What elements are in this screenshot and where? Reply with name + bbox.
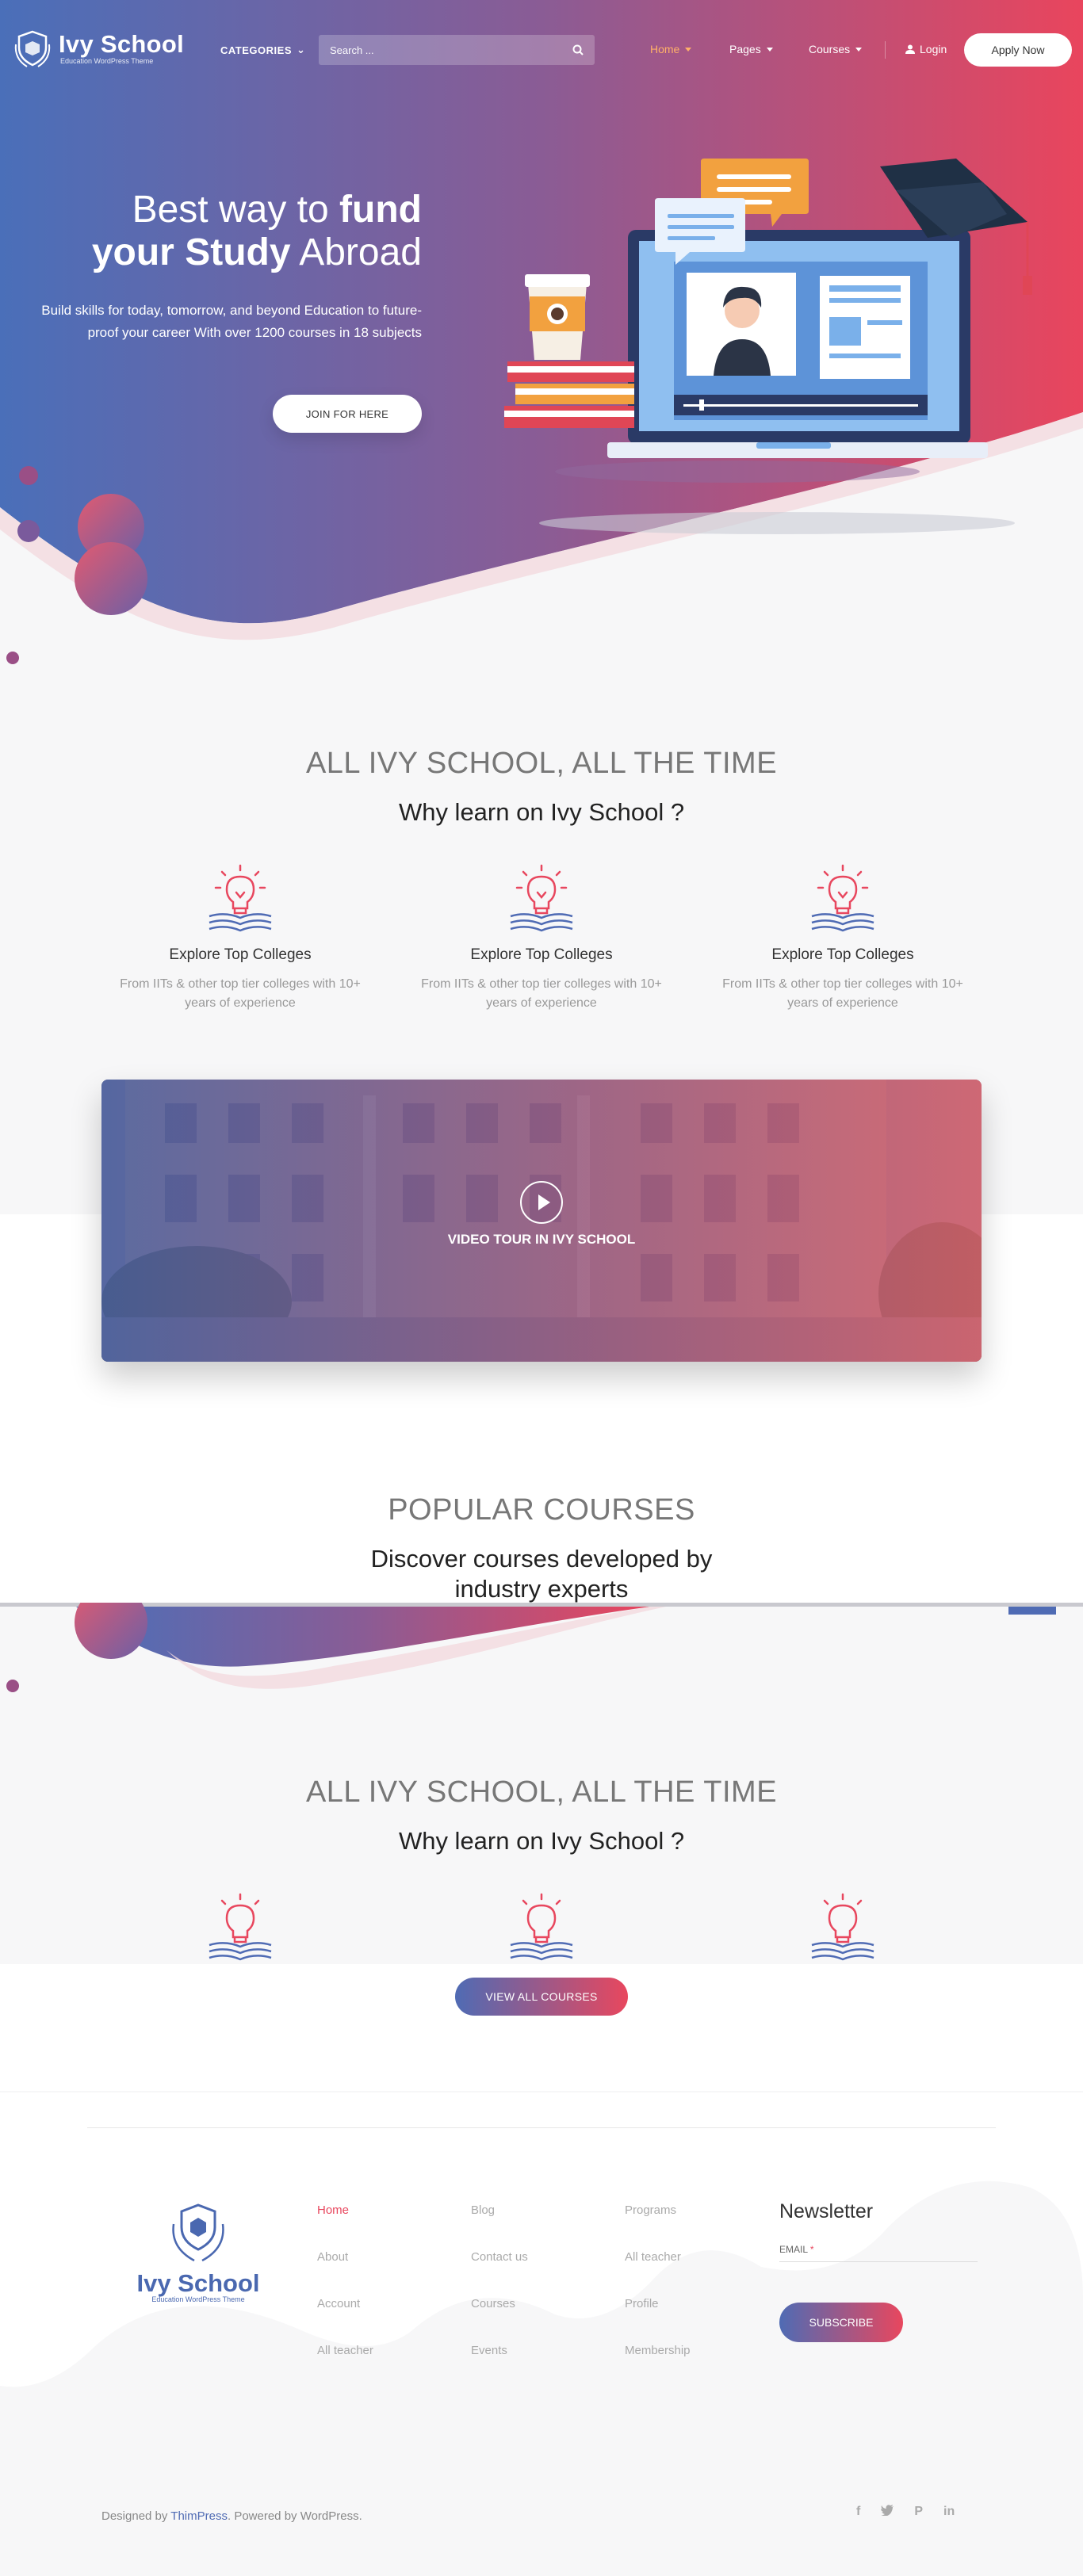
nav-divider <box>885 41 886 59</box>
footer-link-blog[interactable]: Blog <box>471 2203 614 2250</box>
login-label: Login <box>920 43 947 55</box>
caret-down-icon <box>685 47 692 52</box>
footer-link-membership[interactable]: Membership <box>625 2344 767 2391</box>
footer-link-profile[interactable]: Profile <box>625 2297 767 2344</box>
feature-card: Explore Top Colleges From IITs & other t… <box>708 861 978 1013</box>
lightbulb-book-icon <box>510 1893 573 1961</box>
categories-menu[interactable]: CATEGORIES ⌄ <box>220 44 305 56</box>
footer-logo[interactable]: Ivy School Education WordPress Theme <box>127 2200 270 2303</box>
lightbulb-book-icon <box>811 1893 874 1961</box>
footer-link-contact[interactable]: Contact us <box>471 2250 614 2297</box>
popular-title: Discover courses developed by industry e… <box>370 1545 713 1603</box>
shield-logo-icon <box>172 2203 224 2262</box>
email-label: EMAIL * <box>779 2244 978 2255</box>
footer-column-3: Programs All teacher Profile Membership <box>625 2203 767 2391</box>
why2-subtitle: ALL IVY SCHOOL, ALL THE TIME <box>305 1775 778 1809</box>
join-button[interactable]: JOIN FOR HERE <box>273 395 422 433</box>
footer-link-events[interactable]: Events <box>471 2344 614 2391</box>
hero-title: Best way to fund your Study Abroad <box>32 189 422 274</box>
login-link[interactable]: Login <box>905 43 947 55</box>
why-title: Why learn on Ivy School ? <box>398 798 685 826</box>
nav-item-pages[interactable]: Pages <box>729 43 773 55</box>
nav-label-courses: Courses <box>809 43 851 55</box>
social-links: f P in <box>856 2505 955 2519</box>
feature-text: From IITs & other top tier colleges with… <box>120 977 361 1010</box>
popular-subtitle: POPULAR COURSES <box>388 1493 695 1527</box>
why-subtitle: ALL IVY SCHOOL, ALL THE TIME <box>305 747 778 780</box>
footer-link-programs[interactable]: Programs <box>625 2203 767 2250</box>
newsletter-block: Newsletter EMAIL * <box>779 2200 978 2262</box>
wave-divider <box>0 1603 1083 1692</box>
logo-name: Ivy School <box>59 30 185 58</box>
video-tour-card[interactable]: VIDEO TOUR IN IVY SCHOOL <box>101 1080 982 1362</box>
footer-column-2: Blog Contact us Courses Events <box>471 2203 614 2391</box>
footer-link-all-teacher-2[interactable]: All teacher <box>625 2250 767 2297</box>
nav-label-home: Home <box>650 43 680 55</box>
apply-now-button[interactable]: Apply Now <box>964 33 1072 67</box>
hero-title-bold-2: your Study <box>91 231 291 273</box>
lightbulb-book-icon <box>209 1893 272 1961</box>
site-header: Ivy School Education WordPress Theme CAT… <box>0 0 1083 101</box>
hero-section: Ivy School Education WordPress Theme CAT… <box>0 0 1083 682</box>
hero-title-light-2: Abroad <box>290 231 422 273</box>
footer-link-all-teacher[interactable]: All teacher <box>317 2344 460 2391</box>
footer-link-about[interactable]: About <box>317 2250 460 2297</box>
lightbulb-book-icon <box>510 864 573 932</box>
view-all-courses-button[interactable]: VIEW ALL COURSES <box>455 1978 628 2016</box>
why2-title: Why learn on Ivy School ? <box>398 1827 685 1855</box>
footer-link-account[interactable]: Account <box>317 2297 460 2344</box>
footer-link-home[interactable]: Home <box>317 2203 460 2250</box>
copyright: Designed by ThimPress. Powered by WordPr… <box>101 2509 362 2523</box>
user-icon <box>905 44 915 54</box>
feature-title: Explore Top Colleges <box>771 946 914 963</box>
nav-item-courses[interactable]: Courses <box>809 43 863 55</box>
search-icon[interactable] <box>572 44 584 55</box>
shield-logo-icon <box>14 30 51 67</box>
lightbulb-book-icon <box>811 864 874 932</box>
copyright-post: . Powered by WordPress. <box>227 2509 362 2523</box>
feature-card: Explore Top Colleges From IITs & other t… <box>407 861 676 1013</box>
email-field[interactable] <box>779 2261 978 2262</box>
hero-description: Build skills for today, tomorrow, and be… <box>41 303 422 340</box>
subscribe-button[interactable]: SUBSCRIBE <box>779 2303 903 2342</box>
logo-tagline: Education WordPress Theme <box>60 57 154 65</box>
categories-label: CATEGORIES <box>220 44 292 56</box>
feature-title: Explore Top Colleges <box>169 946 312 963</box>
footer-logo-name: Ivy School <box>136 2269 260 2297</box>
caret-down-icon <box>855 47 863 52</box>
footer-divider <box>87 2127 996 2128</box>
video-caption: VIDEO TOUR IN IVY SCHOOL <box>447 1232 636 1247</box>
newsletter-title: Newsletter <box>779 2200 874 2222</box>
play-icon[interactable] <box>520 1181 563 1224</box>
feature-card: Explore Top Colleges From IITs & other t… <box>105 861 375 1013</box>
hero-title-light-1: Best way to <box>132 189 340 231</box>
site-logo[interactable]: Ivy School Education WordPress Theme <box>11 27 184 70</box>
search-bar[interactable]: Search ... <box>319 35 595 65</box>
required-mark: * <box>809 2244 814 2255</box>
linkedin-icon[interactable]: in <box>943 2505 955 2519</box>
chevron-down-icon: ⌄ <box>297 44 306 55</box>
copyright-pre: Designed by <box>101 2509 171 2523</box>
hero-title-bold-1: fund <box>339 189 422 231</box>
nav-item-home[interactable]: Home <box>650 43 692 55</box>
nav-label-pages: Pages <box>729 43 761 55</box>
caret-down-icon <box>766 47 773 52</box>
pinterest-icon[interactable]: P <box>914 2505 923 2519</box>
facebook-icon[interactable]: f <box>856 2505 860 2519</box>
footer-link-courses[interactable]: Courses <box>471 2297 614 2344</box>
thimpress-link[interactable]: ThimPress <box>170 2509 228 2523</box>
feature-title: Explore Top Colleges <box>470 946 613 963</box>
email-label-text: EMAIL <box>779 2244 808 2255</box>
lightbulb-book-icon <box>209 864 272 932</box>
twitter-icon[interactable] <box>881 2505 894 2516</box>
search-input[interactable]: Search ... <box>330 44 572 56</box>
footer-column-1: Home About Account All teacher <box>317 2203 460 2391</box>
feature-text: From IITs & other top tier colleges with… <box>722 977 963 1010</box>
feature-text: From IITs & other top tier colleges with… <box>421 977 662 1010</box>
